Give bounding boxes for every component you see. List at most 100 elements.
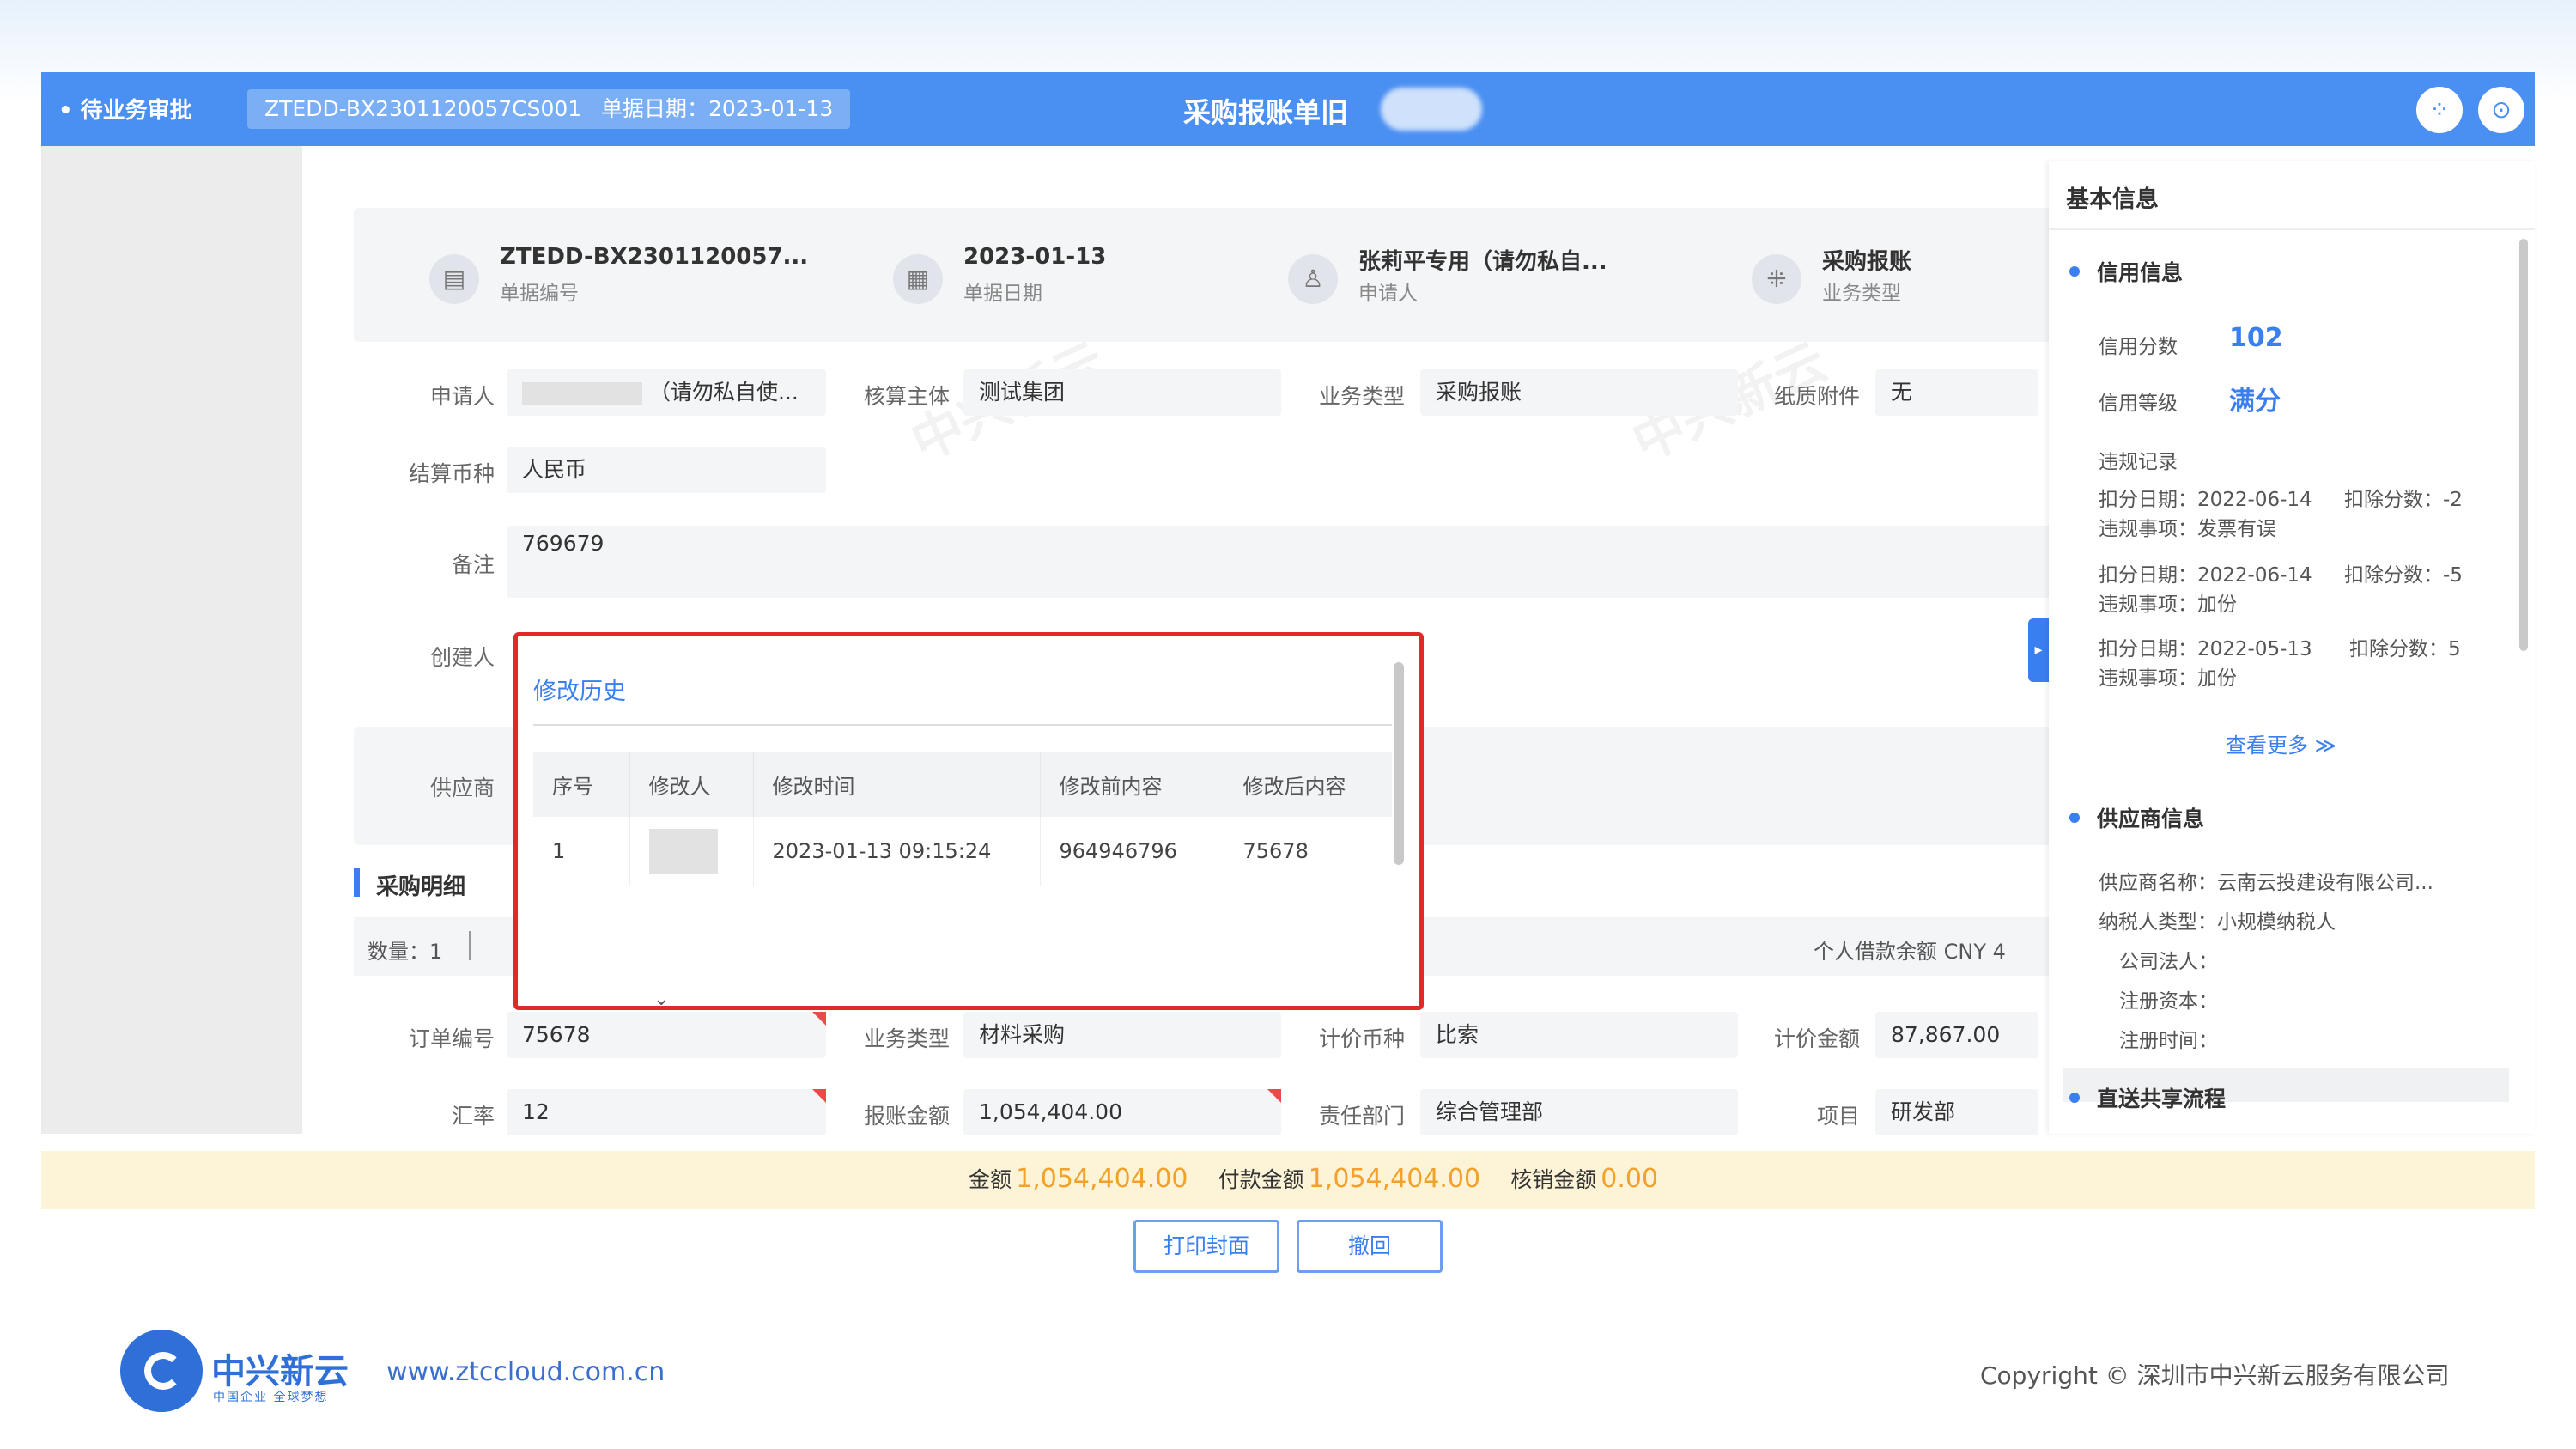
col-before: 修改前内容 (1040, 752, 1224, 817)
detail-biz-label: 业务类型 (863, 1026, 950, 1051)
supplier-label: 供应商 (429, 776, 495, 801)
cell-time: 2023-01-13 09:15:24 (753, 817, 1041, 886)
paid-value: 1,054,404.00 (1308, 1164, 1481, 1194)
violation-title: 违规记录 (2099, 451, 2178, 473)
paper-field: 无 (1875, 369, 2038, 416)
view-more-link[interactable]: 查看更多 ≫ (2226, 728, 2336, 758)
grade-label: 信用等级 (2099, 393, 2178, 415)
next-section-title: 直送共享流程 (2097, 1087, 2227, 1111)
price-amount-field: 87,867.00 (1875, 1012, 2038, 1058)
credit-title: 信用信息 (2097, 260, 2184, 285)
reimb-field: 1,054,404.00 (963, 1089, 1281, 1135)
grade-value: 满分 (2229, 387, 2281, 417)
header-item-doc-no: ▤ ZTEDD-BX2301120057... 单据编号 (354, 208, 817, 342)
document-icon: ▤ (429, 254, 479, 304)
chevron-down-icon[interactable]: ⌄ (653, 989, 669, 1010)
footer-copyright: Copyright © 深圳市中兴新云服务有限公司 (1980, 1361, 2450, 1390)
project-field: 研发部 (1875, 1089, 2038, 1135)
dept-label: 责任部门 (1318, 1104, 1405, 1129)
withdraw-button[interactable]: 撤回 (1297, 1220, 1443, 1273)
violation-item: 违规事项：加份 (2099, 594, 2237, 616)
redacted-editor (648, 828, 718, 874)
supplier-title: 供应商信息 (2097, 807, 2205, 831)
project-label: 项目 (1816, 1104, 1860, 1129)
print-cover-button[interactable]: 打印封面 (1133, 1220, 1279, 1273)
header-item-date: ▦ 2023-01-13 单据日期 (817, 208, 1281, 342)
header-value: 2023-01-13 (963, 244, 1107, 270)
header-label: 单据日期 (963, 283, 1042, 305)
currency-field: 人民币 (507, 447, 826, 493)
col-seq: 序号 (533, 752, 630, 817)
rate-field: 12 (507, 1089, 826, 1135)
count-label: 数量：1 (368, 940, 443, 964)
panel-header: 基本信息 (2049, 161, 2535, 230)
col-time: 修改时间 (753, 752, 1041, 817)
balance-label: 个人借款余额 CNY 4 (1814, 940, 2006, 964)
verify-label: 核销金额 (1510, 1167, 1597, 1192)
footer-url[interactable]: www.ztccloud.com.cn (386, 1357, 665, 1387)
header-item-applicant: ♙ 张莉平专用（请勿私自... 申请人 (1212, 208, 1676, 342)
section-marker (354, 868, 360, 897)
divider (469, 931, 471, 960)
calendar-icon: ▦ (893, 254, 943, 304)
order-field[interactable]: 75678 (507, 1012, 826, 1058)
redacted-area (1381, 88, 1482, 131)
header-value: 张莉平专用（请勿私自... (1358, 249, 1607, 275)
brand-slogan: 中国企业 全球梦想 (213, 1391, 329, 1404)
price-currency-label: 计价币种 (1318, 1026, 1405, 1051)
applicant-value: （请勿私自使... (648, 380, 799, 405)
reg-capital: 注册资本： (2119, 990, 2218, 1013)
applicant-field: （请勿私自使... (507, 369, 826, 416)
violation-date: 扣分日期：2022-06-14 (2099, 564, 2312, 587)
popup-title: 修改历史 (533, 679, 626, 705)
remark-label: 备注 (451, 552, 495, 577)
apps-icon: ⁜ (1752, 254, 1801, 304)
brand-name: 中兴新云 (211, 1352, 349, 1391)
violation-deduct: 扣除分数：-5 (2344, 564, 2463, 587)
divider (533, 724, 1392, 726)
detail-biz-field: 材料采购 (963, 1012, 1281, 1058)
applicant-label: 申请人 (429, 384, 495, 409)
table-row: 1 2023-01-13 09:15:24 964946796 75678 (533, 817, 1392, 886)
biz-type-label: 业务类型 (1318, 384, 1405, 409)
purchase-section-title: 采购明细 (376, 874, 466, 900)
bullet-icon (2069, 1093, 2080, 1103)
status-title: • 待业务审批 (58, 98, 192, 124)
cell-before: 964946796 (1040, 817, 1224, 886)
panel-scrollbar[interactable] (2519, 239, 2528, 651)
edit-history-popup: 修改历史 序号 修改人 修改时间 修改前内容 修改后内容 1 2023-01-1… (513, 632, 1424, 1010)
violation-item: 违规事项：加份 (2099, 667, 2237, 690)
cell-after: 75678 (1224, 817, 1392, 886)
reg-time: 注册时间： (2119, 1030, 2218, 1052)
doc-date-chip: 单据日期：2023-01-13 (584, 89, 851, 129)
header-label: 申请人 (1358, 283, 1418, 305)
cell-editor (629, 817, 754, 886)
doc-number-chip: ZTEDD-BX2301120057CS001 (247, 89, 599, 129)
violation-item: 违规事项：发票有误 (2099, 518, 2276, 540)
header-label: 业务类型 (1822, 283, 1901, 305)
panel-title: 基本信息 (2066, 186, 2159, 213)
grid-icon[interactable]: ⁘ (2416, 87, 2463, 133)
taxpayer-type: 纳税人类型：小规模纳税人 (2099, 911, 2336, 934)
popup-scrollbar[interactable] (1394, 662, 1404, 865)
legal-person: 公司法人： (2119, 951, 2218, 973)
rate-label: 汇率 (451, 1104, 495, 1129)
violation-deduct: 扣除分数：5 (2349, 638, 2461, 661)
score-label: 信用分数 (2099, 336, 2178, 358)
violation-deduct: 扣除分数：-2 (2344, 489, 2463, 511)
header-value: 采购报账 (1822, 249, 1912, 275)
col-after: 修改后内容 (1224, 752, 1392, 817)
table-header-row: 序号 修改人 修改时间 修改前内容 修改后内容 (533, 752, 1392, 817)
bullet-icon (2069, 266, 2080, 277)
price-currency-field: 比索 (1420, 1012, 1738, 1058)
panel-toggle-icon[interactable]: ▸ (2028, 618, 2049, 682)
violation-date: 扣分日期：2022-06-14 (2099, 489, 2312, 511)
logo-swirl (144, 1352, 182, 1390)
verify-value: 0.00 (1601, 1164, 1659, 1194)
cell-seq: 1 (533, 817, 630, 886)
biz-type-field: 采购报账 (1420, 369, 1738, 416)
paid-label: 付款金额 (1218, 1167, 1304, 1192)
header-value: ZTEDD-BX2301120057... (500, 244, 809, 270)
history-table: 序号 修改人 修改时间 修改前内容 修改后内容 1 2023-01-13 09:… (533, 752, 1392, 886)
search-icon[interactable]: ⊙ (2478, 87, 2524, 133)
